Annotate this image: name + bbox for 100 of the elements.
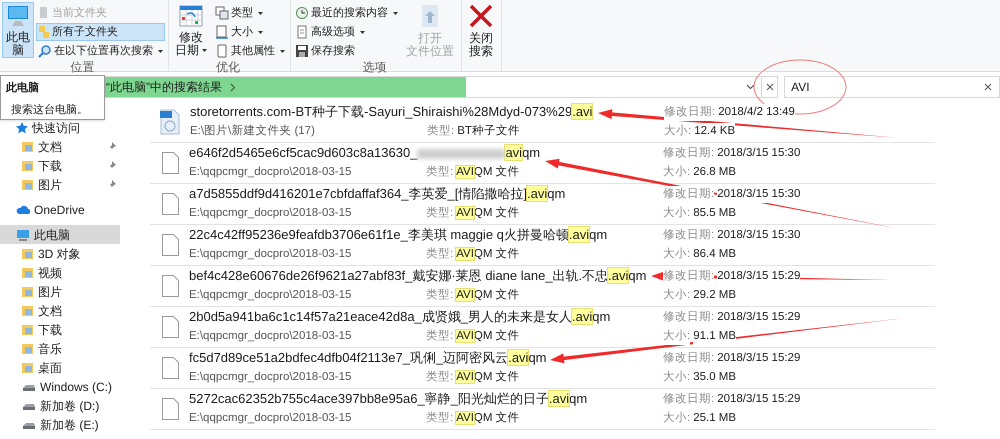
file-icon [162, 398, 179, 420]
sidebar-item[interactable]: 新加卷 (E:) [0, 415, 120, 434]
sidebar-item[interactable]: 图片 [0, 175, 120, 194]
caret-icon [360, 30, 365, 34]
file-name[interactable]: 2b0d5a941ba6c1c14f57a21eace42d8a_成贤娥_男人的未来是女人.aviqm [189, 309, 610, 326]
group-label: 位置 [70, 60, 94, 74]
sidebar-item[interactable]: 下载 [0, 320, 120, 339]
file-icon [162, 234, 179, 256]
file-type: AVIQM 文件 [456, 370, 520, 385]
file-type: AVIQM 文件 [456, 288, 520, 303]
ribbon-button[interactable]: 类型 [213, 4, 287, 22]
ribbon-button[interactable]: 关闭 搜索 [464, 2, 498, 58]
document-icon [295, 25, 309, 39]
ribbon-button[interactable]: 大小 [213, 23, 287, 41]
caret-icon [202, 49, 207, 52]
sidebar-item[interactable]: OneDrive [0, 200, 120, 219]
ribbon-button[interactable]: 其他属性 [213, 42, 287, 60]
file-type: BT种子文件 [457, 124, 520, 139]
file-size: 91.1 MB [693, 328, 736, 346]
file-name[interactable]: a7d5855ddf9d416201e7cbfdaffaf364_李英爱_[情陷撒哈拉].aviqm [189, 186, 566, 202]
sidebar-item[interactable]: 下载 [0, 156, 120, 175]
close-icon[interactable] [468, 3, 494, 29]
group-label: 优化 [216, 60, 240, 74]
breadcrumb[interactable]: “此电脑”中的搜索结果 [104, 78, 222, 96]
group-label: 选项 [362, 60, 386, 74]
caret-icon [158, 50, 163, 52]
file-icon [162, 357, 179, 379]
file-type: AVIQM 文件 [456, 410, 520, 426]
file-path: E:\qqpcmgr_docpro\2018-03-15 [189, 247, 352, 262]
type-label: 类型: [426, 206, 454, 221]
file-name[interactable]: 5272cac62352b755c4ace397bb8e95a6_寧静_阳光灿烂的日子.aviqm [189, 391, 588, 408]
type-label: 类型: [427, 124, 454, 139]
calendar-icon [179, 4, 203, 26]
file-icon [162, 152, 179, 174]
ribbon-button[interactable]: 高级选项 [293, 23, 400, 41]
close-icon[interactable] [984, 83, 992, 91]
sidebar-item[interactable]: 视频 [0, 263, 120, 282]
file-path: E:\qqpcmgr_docpro\2018-03-15 [189, 206, 352, 221]
folder-up-icon [421, 4, 439, 28]
computer-icon [6, 4, 30, 26]
file-path: E:\qqpcmgr_docpro\2018-03-15 [189, 370, 352, 385]
file-path: E:\图片\新建文件夹 (17) [190, 123, 316, 139]
close-icon [766, 83, 774, 91]
ribbon-button[interactable]: 修改 日期 [171, 2, 211, 58]
sidebar-item[interactable]: 桌面 [0, 358, 120, 377]
file-path: E:\qqpcmgr_docpro\2018-03-15 [189, 329, 352, 344]
sidebar-item[interactable]: Windows (C:) [0, 377, 120, 396]
type-label: 类型: [426, 410, 454, 426]
file-name[interactable]: e646f2d5465e6cf5cac9d603c8a13630_ aviqm [189, 145, 540, 162]
sidebar-item[interactable]: 新加卷 (D:) [0, 396, 120, 415]
type-label: 类型: [426, 288, 454, 303]
file-icon [162, 275, 179, 297]
computer-icon [16, 228, 30, 240]
sidebar-item[interactable]: 图片 [0, 282, 120, 301]
clear-button[interactable] [762, 76, 778, 98]
file-type: AVIQM 文件 [456, 206, 520, 221]
tooltip-title: 此电脑 [6, 80, 40, 96]
address-bar[interactable]: “此电脑”中的搜索结果 [102, 76, 762, 98]
ribbon-button[interactable]: 在以下位置再次搜索 [36, 42, 165, 60]
chevron-icon [230, 82, 236, 92]
file-name[interactable]: fc5d7d89ce51a2bdfec4dfb04f2113e7_巩俐_迈阿密风云.aviqm [189, 350, 546, 366]
ribbon-button[interactable]: 所有子文件夹 [36, 23, 165, 41]
file-path: E:\qqpcmgr_docpro\2018-03-15 [189, 288, 352, 303]
file-name[interactable]: bef4c428e60676de26f9621a27abf83f_戴安娜·莱恩 diane lane_出轨.不忠.aviqm [189, 268, 646, 284]
star-icon [16, 122, 28, 134]
sidebar-item[interactable]: 音乐 [0, 339, 120, 358]
caret-icon [393, 12, 398, 14]
file-icon [162, 316, 179, 338]
sidebar-item[interactable]: 此电脑 [0, 225, 120, 244]
date-label: 修改日期: [664, 104, 716, 121]
ribbon-button[interactable]: 此电 脑 [2, 2, 34, 58]
caret-icon [258, 12, 263, 14]
dropdown-icon[interactable] [746, 84, 756, 90]
file-icon [162, 193, 179, 215]
caret-icon [280, 50, 285, 52]
document-icon [215, 44, 229, 58]
ribbon-button[interactable]: 保存搜索 [293, 42, 400, 60]
sidebar-item[interactable]: 文档 [0, 301, 120, 320]
type-icon [215, 6, 229, 20]
file-type: AVIQM 文件 [456, 246, 520, 262]
clock-icon [295, 6, 309, 20]
sidebar-item[interactable]: 3D 对象 [0, 244, 120, 263]
search-field[interactable]: AVI [784, 76, 1000, 98]
type-label: 类型: [426, 164, 454, 180]
tooltip-text: 搜索这台电脑。 [10, 102, 89, 118]
type-label: 类型: [426, 328, 454, 344]
sidebar-item[interactable]: 快速访问 [0, 118, 120, 137]
ribbon-button[interactable]: 最近的搜索内容 [293, 4, 400, 22]
type-label: 类型: [426, 246, 454, 262]
torrent-file-icon [160, 109, 180, 135]
type-label: 类型: [426, 370, 454, 385]
file-name[interactable]: 22c4c42ff95236e9feafdb3706e61f1e_李美琪 maggie q火拼曼哈顿.aviqm [189, 227, 608, 244]
sidebar-item[interactable]: 文档 [0, 137, 120, 156]
cloud-icon [16, 204, 30, 214]
modified-date: 2018/3/15 15:30 [717, 186, 800, 203]
folders-icon [38, 25, 50, 39]
file-type: AVIQM 文件 [456, 164, 520, 180]
file-name[interactable]: storetorrents.com-BT种子下载-Sayuri_Shiraishi%28Mdyd-073%29.avi [190, 104, 592, 120]
file-path: E:\qqpcmgr_docpro\2018-03-15 [189, 165, 352, 180]
floppy-icon [295, 44, 309, 58]
